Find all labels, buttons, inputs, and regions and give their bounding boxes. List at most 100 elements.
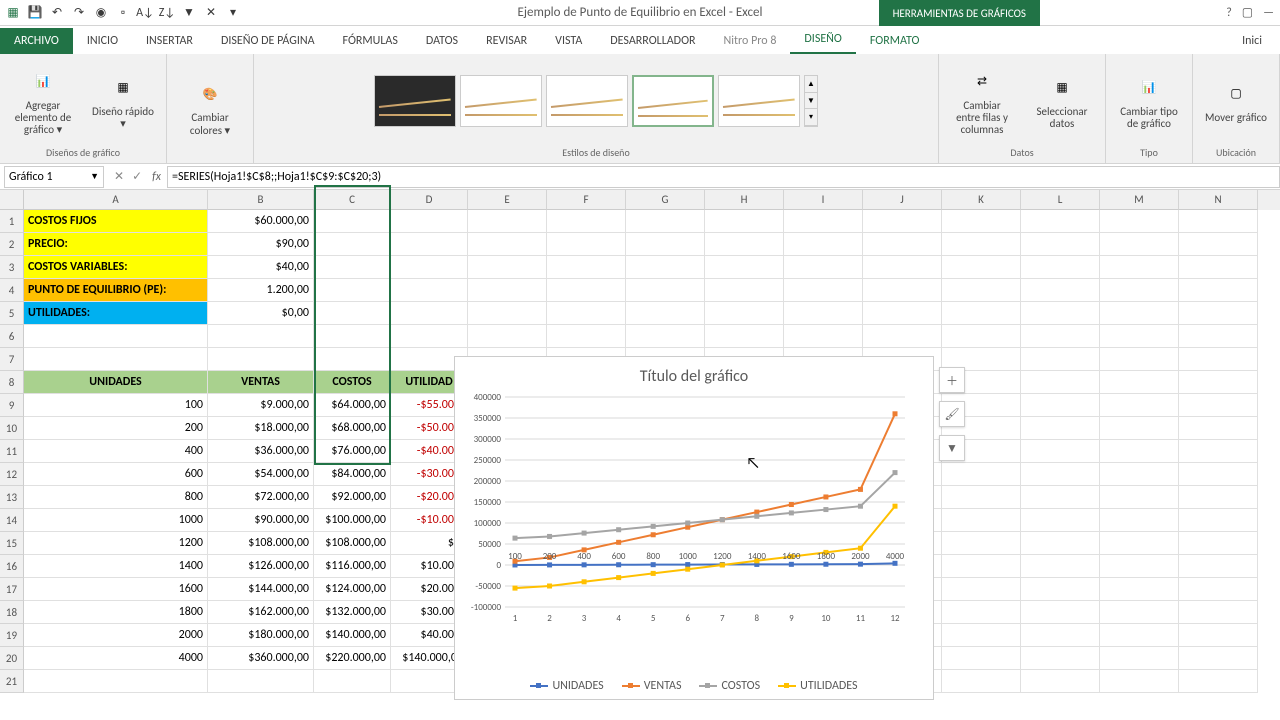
cell[interactable] bbox=[1021, 486, 1100, 509]
undo-icon[interactable]: ↶ bbox=[48, 4, 66, 22]
cell[interactable] bbox=[1021, 601, 1100, 624]
tab-nitro[interactable]: Nitro Pro 8 bbox=[710, 28, 791, 54]
cell[interactable] bbox=[314, 348, 391, 371]
cell[interactable] bbox=[942, 233, 1021, 256]
cell[interactable] bbox=[1021, 210, 1100, 233]
cell[interactable] bbox=[705, 302, 784, 325]
cell[interactable]: UTILIDADES: bbox=[24, 302, 208, 325]
cell[interactable] bbox=[1100, 256, 1179, 279]
sort-asc-icon[interactable]: A↓ bbox=[136, 4, 154, 22]
ribbon-options-icon[interactable]: ▢ bbox=[1242, 5, 1253, 20]
cell[interactable] bbox=[1100, 601, 1179, 624]
col-header[interactable]: J bbox=[863, 190, 942, 210]
cell[interactable]: $220.000,00 bbox=[314, 647, 391, 670]
cell[interactable] bbox=[1100, 417, 1179, 440]
cell[interactable] bbox=[942, 555, 1021, 578]
cell[interactable]: $54.000,00 bbox=[208, 463, 314, 486]
row-header[interactable]: 5 bbox=[0, 302, 24, 325]
cell[interactable] bbox=[1021, 394, 1100, 417]
cell[interactable]: $132.000,00 bbox=[314, 601, 391, 624]
cell[interactable] bbox=[1179, 463, 1258, 486]
chart-style-2[interactable] bbox=[460, 75, 542, 127]
row-header[interactable]: 7 bbox=[0, 348, 24, 371]
cell[interactable]: COSTOS VARIABLES: bbox=[24, 256, 208, 279]
cell[interactable] bbox=[468, 256, 547, 279]
cell[interactable] bbox=[1021, 417, 1100, 440]
col-header[interactable]: D bbox=[391, 190, 468, 210]
cell[interactable] bbox=[784, 233, 863, 256]
cell[interactable] bbox=[24, 670, 208, 693]
fx-icon[interactable]: fx bbox=[152, 170, 161, 184]
cell[interactable]: $108.000,00 bbox=[314, 532, 391, 555]
cell[interactable] bbox=[863, 325, 942, 348]
cell[interactable] bbox=[1100, 210, 1179, 233]
cell[interactable]: UNIDADES bbox=[24, 371, 208, 394]
cell[interactable] bbox=[942, 532, 1021, 555]
cell[interactable]: $40,00 bbox=[208, 256, 314, 279]
cell[interactable] bbox=[863, 279, 942, 302]
tab-inicio[interactable]: INICIO bbox=[73, 28, 132, 54]
cell[interactable]: 100 bbox=[24, 394, 208, 417]
cell[interactable] bbox=[942, 256, 1021, 279]
cell[interactable] bbox=[1100, 647, 1179, 670]
chart-styles-button[interactable]: 🖌 bbox=[939, 401, 965, 427]
cell[interactable] bbox=[24, 348, 208, 371]
cell[interactable] bbox=[626, 302, 705, 325]
legend-item[interactable]: VENTAS bbox=[622, 679, 682, 693]
cell[interactable] bbox=[1100, 670, 1179, 693]
col-header[interactable]: K bbox=[942, 190, 1021, 210]
cell[interactable]: $108.000,00 bbox=[208, 532, 314, 555]
tab-desarrollador[interactable]: DESARROLLADOR bbox=[596, 28, 709, 54]
cell[interactable] bbox=[942, 670, 1021, 693]
cell[interactable] bbox=[1100, 371, 1179, 394]
row-header[interactable]: 16 bbox=[0, 555, 24, 578]
quick-layout-button[interactable]: ▦ Diseño rápido ▾ bbox=[88, 70, 158, 132]
cell[interactable] bbox=[391, 256, 468, 279]
cell[interactable] bbox=[391, 302, 468, 325]
row-header[interactable]: 19 bbox=[0, 624, 24, 647]
cell[interactable] bbox=[784, 302, 863, 325]
row-header[interactable]: 20 bbox=[0, 647, 24, 670]
row-header[interactable]: 3 bbox=[0, 256, 24, 279]
cell[interactable] bbox=[705, 256, 784, 279]
cell[interactable] bbox=[1179, 647, 1258, 670]
add-chart-element-button[interactable]: 📊 Agregar elemento de gráfico ▾ bbox=[8, 64, 78, 138]
cancel-formula-icon[interactable]: ✕ bbox=[114, 169, 124, 184]
cell[interactable] bbox=[705, 233, 784, 256]
cell[interactable] bbox=[1021, 578, 1100, 601]
cell[interactable]: 600 bbox=[24, 463, 208, 486]
cell[interactable] bbox=[1100, 302, 1179, 325]
cell[interactable] bbox=[1100, 440, 1179, 463]
cell[interactable] bbox=[626, 279, 705, 302]
cell[interactable] bbox=[1021, 233, 1100, 256]
cell[interactable] bbox=[784, 210, 863, 233]
cell[interactable] bbox=[942, 210, 1021, 233]
col-header[interactable]: B bbox=[208, 190, 314, 210]
help-icon[interactable]: ? bbox=[1226, 6, 1232, 20]
cell[interactable] bbox=[1179, 371, 1258, 394]
col-header[interactable]: E bbox=[468, 190, 547, 210]
cell[interactable] bbox=[626, 233, 705, 256]
col-header[interactable]: I bbox=[784, 190, 863, 210]
cell[interactable] bbox=[1100, 279, 1179, 302]
cell[interactable]: $72.000,00 bbox=[208, 486, 314, 509]
cell[interactable] bbox=[784, 279, 863, 302]
cell[interactable]: $84.000,00 bbox=[314, 463, 391, 486]
cell[interactable] bbox=[314, 302, 391, 325]
cell[interactable]: $90.000,00 bbox=[208, 509, 314, 532]
redo-icon[interactable]: ↷ bbox=[70, 4, 88, 22]
cell[interactable]: $68.000,00 bbox=[314, 417, 391, 440]
cell[interactable] bbox=[547, 279, 626, 302]
cell[interactable] bbox=[863, 233, 942, 256]
cell[interactable] bbox=[942, 302, 1021, 325]
tab-archivo[interactable]: ARCHIVO bbox=[0, 28, 73, 54]
cell[interactable] bbox=[942, 624, 1021, 647]
cell[interactable] bbox=[208, 348, 314, 371]
cell[interactable] bbox=[1021, 348, 1100, 371]
row-header[interactable]: 14 bbox=[0, 509, 24, 532]
chart-filters-button[interactable]: ▼ bbox=[939, 435, 965, 461]
tab-revisar[interactable]: REVISAR bbox=[472, 28, 541, 54]
row-header[interactable]: 6 bbox=[0, 325, 24, 348]
cell[interactable] bbox=[1179, 440, 1258, 463]
cell[interactable]: 1000 bbox=[24, 509, 208, 532]
